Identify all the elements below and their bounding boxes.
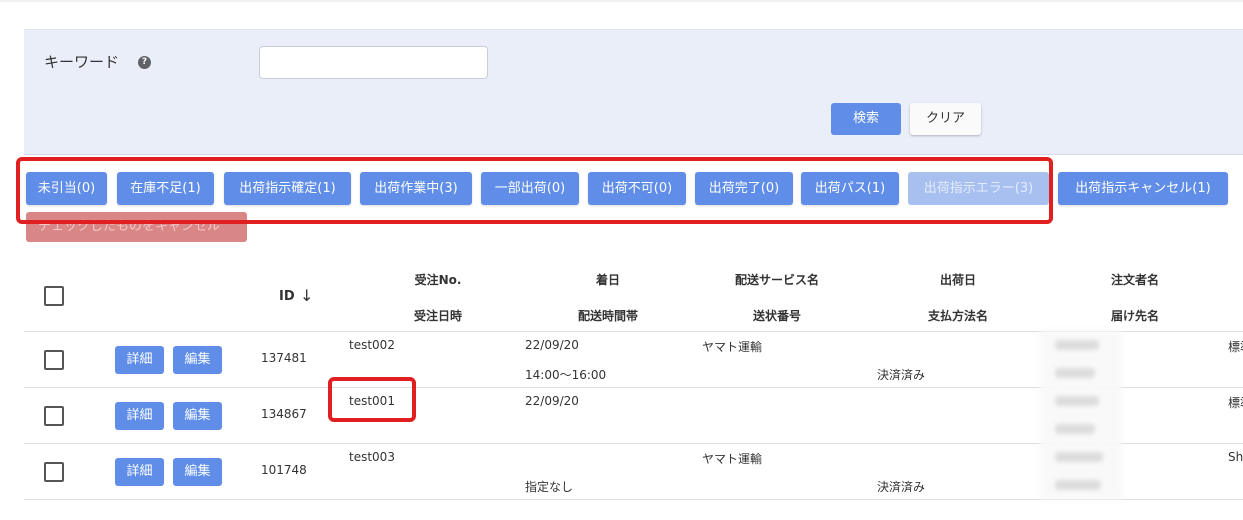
header-orderer-name: 注文者名	[1110, 273, 1159, 287]
cell-order-no: test002	[349, 338, 395, 352]
detail-button[interactable]: 詳細	[115, 402, 164, 430]
keyword-input[interactable]	[259, 46, 488, 79]
redacted-text	[1055, 452, 1103, 462]
row-checkbox[interactable]	[44, 406, 64, 426]
cell-arrival-date: 22/09/20	[525, 338, 579, 352]
select-all-checkbox[interactable]	[44, 286, 64, 306]
row-checkbox[interactable]	[44, 350, 64, 370]
sort-down-icon[interactable]: ↓	[300, 286, 313, 305]
cell-arrival-date: 22/09/20	[525, 394, 579, 408]
detail-button[interactable]: 詳細	[115, 458, 164, 486]
cell-id[interactable]: 101748	[261, 463, 307, 477]
redacted-text	[1055, 396, 1099, 406]
edit-button[interactable]: 編集	[173, 346, 222, 374]
top-divider	[0, 0, 1243, 2]
cell-order-no: test003	[349, 450, 395, 464]
highlight-box-status-buttons	[16, 157, 1053, 224]
cell-payment: 決済済み	[877, 480, 926, 494]
search-button[interactable]: 検索	[831, 103, 901, 135]
cell-delivery-service: ヤマト運輸	[702, 452, 763, 466]
clear-button[interactable]: クリア	[910, 103, 981, 135]
cell-time-slot: 14:00〜16:00	[525, 368, 607, 382]
cell-id[interactable]: 134867	[261, 407, 307, 421]
status-instruction-cancel-button[interactable]: 出荷指示キャンセル(1)	[1058, 172, 1228, 205]
header-id[interactable]: ID	[279, 289, 295, 304]
header-delivery-time-slot: 配送時間帯	[577, 309, 638, 323]
help-icon[interactable]: ?	[138, 56, 151, 69]
edit-button[interactable]: 編集	[173, 402, 222, 430]
highlight-box-order-no	[328, 377, 416, 422]
search-panel	[24, 29, 1243, 155]
header-recipient-name: 届け先名	[1110, 309, 1159, 323]
redacted-text	[1055, 368, 1095, 378]
header-delivery-service: 配送サービス名	[734, 273, 819, 287]
header-order-no: 受注No.	[414, 273, 462, 287]
keyword-label: キーワード	[44, 53, 120, 71]
header-tracking-no: 送状番号	[752, 309, 801, 323]
cell-id[interactable]: 137481	[261, 351, 307, 365]
header-arrival-date: 着日	[595, 273, 620, 287]
cell-extra: Sh	[1228, 450, 1243, 464]
header-order-datetime: 受注日時	[413, 309, 462, 323]
redacted-text	[1055, 480, 1101, 490]
header-payment-method: 支払方法名	[927, 309, 988, 323]
cell-payment: 決済済み	[877, 368, 926, 382]
cell-extra: 標準	[1228, 340, 1243, 354]
row-checkbox[interactable]	[44, 462, 64, 482]
redacted-area	[1040, 330, 1122, 500]
redacted-text	[1055, 424, 1095, 434]
cell-time-slot: 指定なし	[525, 480, 574, 494]
cell-extra: 標準	[1228, 396, 1243, 410]
header-ship-date: 出荷日	[939, 273, 976, 287]
cell-delivery-service: ヤマト運輸	[702, 340, 763, 354]
edit-button[interactable]: 編集	[173, 458, 222, 486]
detail-button[interactable]: 詳細	[115, 346, 164, 374]
redacted-text	[1055, 340, 1099, 350]
